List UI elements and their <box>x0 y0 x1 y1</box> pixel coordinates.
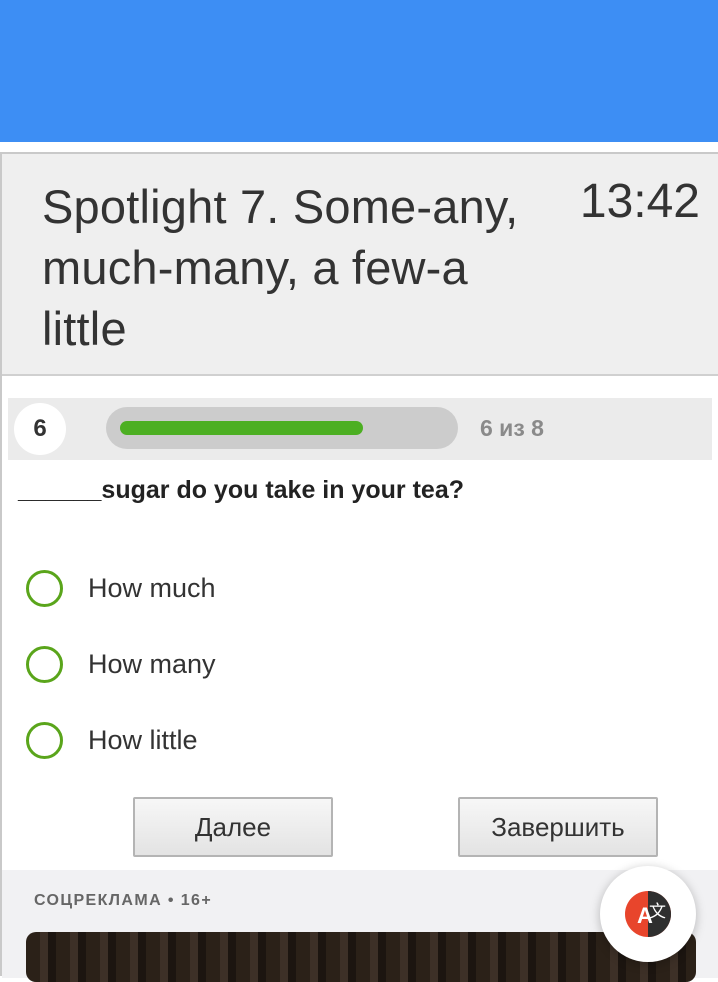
answer-option-how-little[interactable]: How little <box>26 702 626 778</box>
svg-text:文: 文 <box>649 902 666 922</box>
top-banner <box>0 0 718 142</box>
question-number-badge: 6 <box>14 403 66 455</box>
quiz-title: Spotlight 7. Some-any, much-many, a few-… <box>42 180 519 355</box>
progress-count: 6 из 8 <box>480 415 544 441</box>
next-button[interactable]: Далее <box>133 797 333 857</box>
answer-option-how-much[interactable]: How much <box>26 550 626 626</box>
answer-label: How much <box>88 572 216 603</box>
ad-image[interactable] <box>26 932 696 982</box>
finish-button[interactable]: Завершить <box>458 797 658 857</box>
question-text: ______sugar do you take in your tea? <box>18 476 464 504</box>
radio-button[interactable] <box>26 721 63 759</box>
quiz-header: Spotlight 7. Some-any, much-many, a few-… <box>2 154 718 376</box>
progress-row: 6 6 из 8 <box>8 398 712 460</box>
progress-bar-fill <box>120 421 363 435</box>
answer-label: How little <box>88 724 198 755</box>
ad-label: СОЦРЕКЛАМА • 16+ <box>34 892 213 909</box>
radio-button[interactable] <box>26 569 63 607</box>
answer-option-how-many[interactable]: How many <box>26 626 626 702</box>
quiz-card: Spotlight 7. Some-any, much-many, a few-… <box>0 152 718 982</box>
answer-label: How many <box>88 648 216 679</box>
spacer <box>0 142 718 152</box>
answer-list: How much How many How little <box>26 550 626 778</box>
quiz-timer: 13:42 <box>579 175 700 228</box>
translate-button[interactable]: A 文 <box>600 866 696 962</box>
radio-button[interactable] <box>26 645 63 683</box>
progress-bar <box>106 407 458 449</box>
translate-icon: A 文 <box>625 891 671 937</box>
